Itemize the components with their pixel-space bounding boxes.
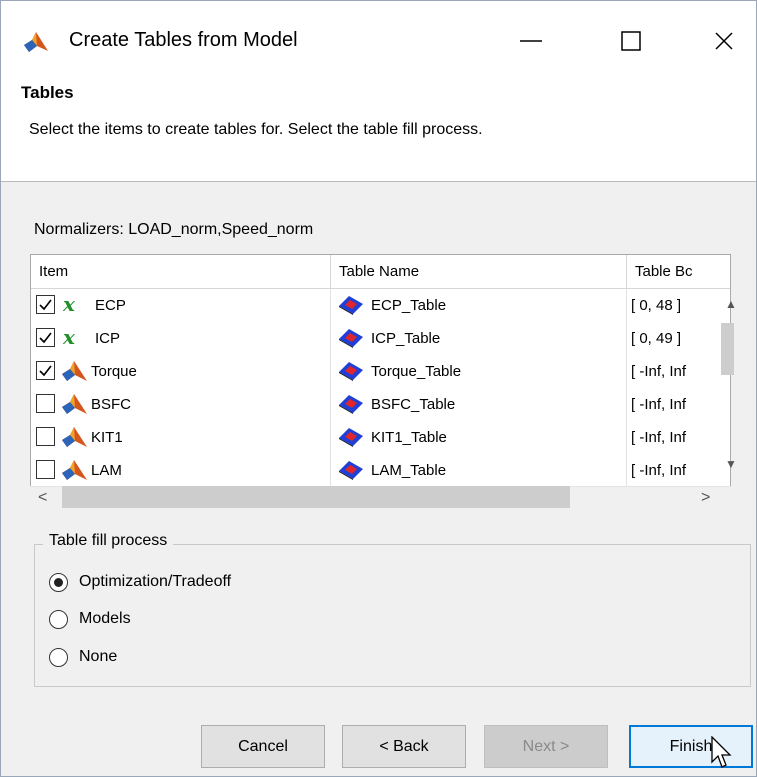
- cancel-button[interactable]: Cancel: [201, 725, 325, 768]
- radio-models[interactable]: [49, 610, 68, 629]
- lookup-table-icon: [339, 296, 363, 315]
- item-cell: x ICP: [31, 322, 331, 355]
- maximize-button[interactable]: [598, 15, 664, 67]
- item-cell: KIT1: [31, 421, 331, 454]
- column-header-item[interactable]: Item: [31, 255, 331, 288]
- table-header: Item Table Name Table Bc: [31, 255, 730, 289]
- item-label: ECP: [95, 297, 126, 314]
- radio-optimization-tradeoff[interactable]: [49, 573, 68, 592]
- bounds-cell: [ -Inf, Inf: [631, 396, 687, 413]
- table-name-cell[interactable]: ICP_Table: [331, 322, 627, 355]
- table-name-label: BSFC_Table: [371, 396, 456, 413]
- table-name-cell[interactable]: Torque_Table: [331, 355, 627, 388]
- column-header-table-bounds[interactable]: Table Bc: [627, 255, 730, 288]
- radio-none[interactable]: [49, 648, 68, 667]
- table-row[interactable]: BSFC BSFC_Table [ -Inf, Inf: [31, 388, 730, 421]
- table-name-cell[interactable]: BSFC_Table: [331, 388, 627, 421]
- scroll-down-arrow-icon[interactable]: ▼: [725, 457, 737, 471]
- row-checkbox[interactable]: [36, 328, 55, 347]
- item-cell: Torque: [31, 355, 331, 388]
- table-row[interactable]: x ICP ICP_Table [ 0, 49 ]: [31, 322, 730, 355]
- page-title: Tables: [21, 83, 74, 102]
- minimize-icon: [520, 40, 542, 42]
- item-cell: LAM: [31, 454, 331, 487]
- window-title: Create Tables from Model: [69, 29, 298, 51]
- page-description: Select the items to create tables for. S…: [29, 121, 483, 138]
- table-name-label: Torque_Table: [371, 363, 462, 380]
- matlab-model-icon: [62, 394, 87, 414]
- minimize-button[interactable]: [498, 15, 564, 67]
- table-name-label: KIT1_Table: [371, 429, 447, 446]
- matlab-model-icon: [62, 427, 87, 447]
- matlab-model-icon: [62, 361, 87, 381]
- variable-x-icon: x: [63, 292, 75, 316]
- maximize-icon: [621, 31, 641, 51]
- mouse-pointer-icon: [711, 736, 732, 768]
- lookup-table-icon: [339, 329, 363, 348]
- item-label: ICP: [95, 330, 121, 347]
- items-table[interactable]: Item Table Name Table Bc x ECP ECP_Table: [30, 254, 731, 509]
- column-header-table-name[interactable]: Table Name: [331, 255, 627, 288]
- table-name-label: LAM_Table: [371, 462, 447, 479]
- radio-label-none[interactable]: None: [79, 648, 117, 666]
- scroll-right-arrow-icon[interactable]: >: [701, 489, 710, 507]
- fill-process-label: Table fill process: [43, 532, 174, 550]
- table-row[interactable]: Torque Torque_Table [ -Inf, Inf: [31, 355, 730, 388]
- item-label: Torque: [91, 363, 137, 380]
- row-checkbox[interactable]: [36, 361, 55, 380]
- variable-x-icon: x: [63, 325, 75, 349]
- back-button[interactable]: < Back: [342, 725, 466, 768]
- item-cell: x ECP: [31, 289, 331, 322]
- checkmark-icon: [39, 332, 52, 344]
- row-checkbox[interactable]: [36, 460, 55, 479]
- table-name-label: ECP_Table: [371, 297, 447, 314]
- matlab-app-icon: [24, 32, 48, 52]
- bounds-cell: [ -Inf, Inf: [631, 462, 687, 479]
- dialog-window: Create Tables from Model Tables Select t…: [0, 0, 757, 777]
- row-checkbox[interactable]: [36, 295, 55, 314]
- next-button[interactable]: Next >: [484, 725, 608, 768]
- table-row[interactable]: LAM LAM_Table [ -Inf, Inf: [31, 454, 730, 487]
- vertical-scrollbar-thumb[interactable]: [721, 323, 734, 375]
- lookup-table-icon: [339, 461, 363, 480]
- bounds-cell: [ -Inf, Inf: [631, 429, 687, 446]
- lookup-table-icon: [339, 428, 363, 447]
- close-icon: [715, 32, 733, 50]
- finish-button[interactable]: Finish: [629, 725, 753, 768]
- checkmark-icon: [39, 299, 52, 311]
- item-cell: BSFC: [31, 388, 331, 421]
- radio-selected-dot: [54, 578, 63, 587]
- horizontal-scrollbar-thumb[interactable]: [62, 486, 570, 508]
- checkmark-icon: [39, 365, 52, 377]
- table-name-cell[interactable]: LAM_Table: [331, 454, 627, 487]
- item-label: KIT1: [91, 429, 123, 446]
- scroll-up-arrow-icon[interactable]: ▲: [725, 297, 737, 311]
- table-row[interactable]: KIT1 KIT1_Table [ -Inf, Inf: [31, 421, 730, 454]
- item-label: LAM: [91, 462, 122, 479]
- radio-label-optimization-tradeoff[interactable]: Optimization/Tradeoff: [79, 573, 231, 591]
- close-button[interactable]: [691, 15, 757, 67]
- lookup-table-icon: [339, 362, 363, 381]
- row-checkbox[interactable]: [36, 427, 55, 446]
- fill-process-group: [34, 544, 751, 687]
- item-label: BSFC: [91, 396, 132, 413]
- table-row[interactable]: x ECP ECP_Table [ 0, 48 ]: [31, 289, 730, 322]
- bounds-cell: [ 0, 48 ]: [631, 297, 682, 314]
- scroll-left-arrow-icon[interactable]: <: [38, 489, 47, 507]
- table-name-cell[interactable]: ECP_Table: [331, 289, 627, 322]
- table-name-label: ICP_Table: [371, 330, 441, 347]
- lookup-table-icon: [339, 395, 363, 414]
- bounds-cell: [ -Inf, Inf: [631, 363, 687, 380]
- row-checkbox[interactable]: [36, 394, 55, 413]
- bounds-cell: [ 0, 49 ]: [631, 330, 682, 347]
- matlab-model-icon: [62, 460, 87, 480]
- table-name-cell[interactable]: KIT1_Table: [331, 421, 627, 454]
- radio-label-models[interactable]: Models: [79, 610, 131, 628]
- normalizers-label: Normalizers: LOAD_norm,Speed_norm: [34, 221, 314, 238]
